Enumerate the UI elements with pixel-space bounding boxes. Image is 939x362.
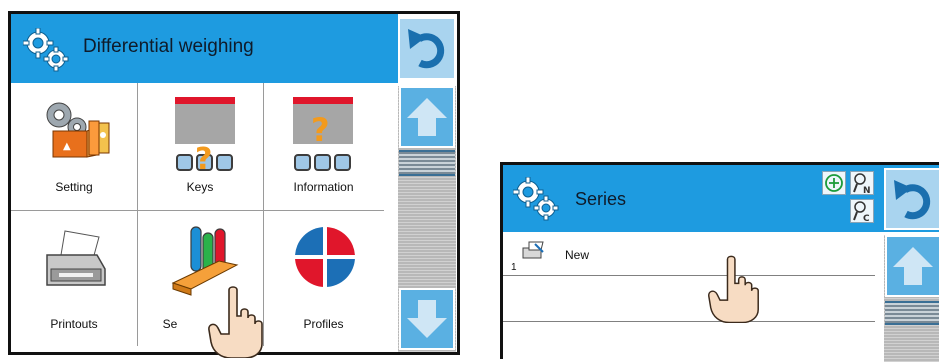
page-title: Differential weighing: [83, 36, 254, 57]
tile-information[interactable]: ? Information: [263, 83, 384, 210]
series-screen: Series N C 1 New: [500, 162, 939, 362]
search-code-button[interactable]: C: [850, 199, 874, 224]
arrow-down-icon: [407, 300, 447, 338]
tile-profiles[interactable]: Profiles: [263, 211, 384, 346]
svg-text:?: ?: [195, 142, 212, 177]
printer-icon: [46, 230, 106, 286]
add-button[interactable]: [822, 171, 846, 195]
svg-text:?: ?: [311, 111, 330, 149]
add-icon: [825, 174, 843, 192]
tile-label: Keys: [186, 180, 214, 194]
row-divider: [503, 321, 875, 322]
undo-arrow-icon: [894, 180, 931, 220]
scroll-column: [884, 235, 939, 362]
profiles-icon: [293, 225, 357, 289]
tile-keys[interactable]: ? Keys: [137, 83, 263, 210]
tile-label: Setting: [55, 180, 93, 194]
scrollbar-thumb[interactable]: [399, 150, 455, 176]
return-button[interactable]: [884, 168, 939, 230]
tile-label: Information: [293, 180, 354, 194]
scroll-down-button[interactable]: [399, 288, 455, 350]
svg-text:C: C: [863, 214, 870, 222]
pointing-hand-icon: [708, 255, 759, 323]
setting-icon: ▲: [46, 102, 110, 158]
keys-icon: ?: [175, 97, 235, 177]
series-item-icon: [522, 241, 544, 259]
search-name-button[interactable]: N: [850, 171, 874, 196]
item-name: New: [565, 248, 590, 262]
arrow-up-icon: [407, 98, 447, 136]
page-title: Series: [575, 189, 627, 209]
scroll-up-button[interactable]: [399, 86, 455, 148]
svg-text:▲: ▲: [63, 141, 71, 152]
arrow-up-icon: [893, 247, 933, 285]
tile-label: Profiles: [303, 317, 344, 331]
return-button[interactable]: [398, 17, 456, 80]
item-number: 1: [511, 262, 517, 273]
list-item[interactable]: 1 New: [503, 232, 883, 274]
menu-grid: ▲ Setting ? Keys ? Information Printouts…: [11, 83, 384, 346]
title-bar: Differential weighing: [11, 14, 398, 83]
row-divider: [503, 275, 875, 276]
scroll-column: [398, 86, 456, 352]
search-code-icon: C: [853, 201, 870, 224]
svg-text:N: N: [863, 186, 871, 194]
scrollbar-thumb[interactable]: [885, 301, 939, 325]
gears-icon: [513, 177, 559, 221]
pointing-hand-icon: [208, 286, 263, 358]
scroll-up-button[interactable]: [885, 235, 939, 297]
search-name-icon: N: [853, 173, 871, 196]
gears-icon: [23, 28, 69, 72]
tile-setting[interactable]: ▲ Setting: [11, 83, 137, 210]
information-icon: ?: [293, 97, 353, 171]
series-list: 1 New: [503, 232, 883, 362]
menu-screen: Differential weighing ▲ Setting ? Keys ?…: [8, 11, 460, 358]
undo-arrow-icon: [408, 29, 445, 69]
